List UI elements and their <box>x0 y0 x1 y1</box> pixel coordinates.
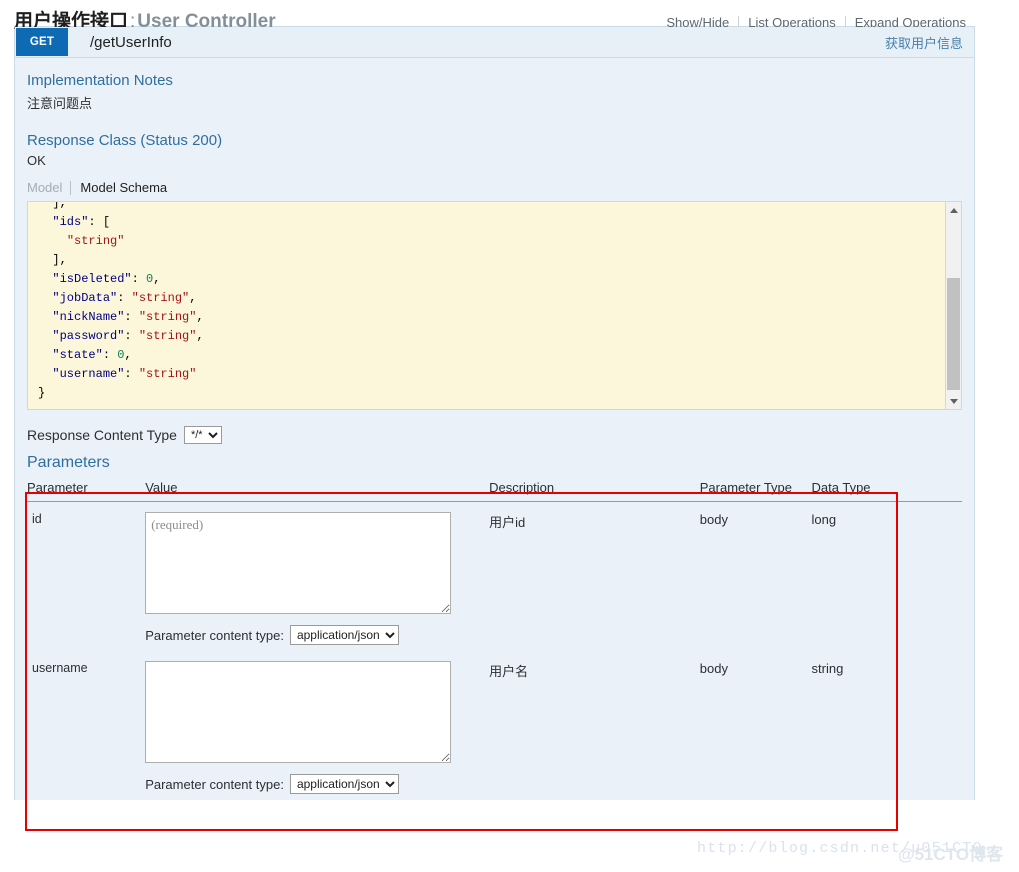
implementation-notes-heading: Implementation Notes <box>27 72 962 89</box>
header-parameter-type: Parameter Type <box>700 480 812 502</box>
tab-model[interactable]: Model <box>27 180 70 195</box>
resource-header: 用户操作接口:User Controller Show/Hide List Op… <box>0 0 1019 26</box>
response-class-heading: Response Class (Status 200) <box>27 132 962 149</box>
parameter-value-cell: Parameter content type: application/json <box>145 651 489 800</box>
response-content-type-label: Response Content Type <box>27 427 177 443</box>
parameter-description: 用户名 <box>489 651 700 800</box>
tab-model-schema[interactable]: Model Schema <box>71 180 167 195</box>
header-value: Value <box>145 480 489 502</box>
operation-body: Implementation Notes 注意问题点 Response Clas… <box>15 58 974 800</box>
operation-summary: 获取用户信息 <box>885 33 974 52</box>
table-row: usernameParameter content type: applicati… <box>27 651 962 800</box>
parameter-type: body <box>700 651 812 800</box>
parameter-description: 用户id <box>489 502 700 652</box>
parameters-title: Parameters <box>27 454 962 472</box>
model-tabs: Model Model Schema <box>27 180 962 195</box>
parameters-table: Parameter Value Description Parameter Ty… <box>27 480 962 800</box>
implementation-notes-text: 注意问题点 <box>27 93 962 112</box>
response-content-type-select[interactable]: */* <box>184 426 222 444</box>
parameter-content-type-row: Parameter content type: application/json <box>145 774 489 794</box>
operation-content: Implementation Notes 注意问题点 Response Clas… <box>15 58 974 800</box>
parameter-name: id <box>27 502 145 652</box>
header-description: Description <box>489 480 700 502</box>
parameter-name: username <box>27 651 145 800</box>
parameter-data-type: string <box>812 651 962 800</box>
parameter-value-cell: Parameter content type: application/json <box>145 502 489 652</box>
parameter-content-type-label: Parameter content type: <box>145 777 284 792</box>
model-schema-code[interactable]: ], "ids": [ "string" ], "isDeleted": 0, … <box>28 201 961 403</box>
parameter-content-type-select[interactable]: application/json <box>290 774 399 794</box>
scroll-up-arrow-icon[interactable] <box>946 202 961 218</box>
operation-block: GET /getUserInfo 获取用户信息 Implementation N… <box>14 26 975 800</box>
operation-path[interactable]: /getUserInfo <box>68 34 172 51</box>
parameter-value-input[interactable] <box>145 512 451 614</box>
model-schema-box: ], "ids": [ "string" ], "isDeleted": 0, … <box>27 201 962 410</box>
table-row: idParameter content type: application/jso… <box>27 502 962 652</box>
parameters-body: idParameter content type:application/jso… <box>27 502 962 801</box>
header-data-type: Data Type <box>812 480 962 502</box>
schema-scrollbar[interactable] <box>945 202 961 409</box>
parameters-header-row: Parameter Value Description Parameter Ty… <box>27 480 962 502</box>
parameter-content-type-select[interactable]: application/json <box>290 625 399 645</box>
parameter-content-type-row: Parameter content type: application/json <box>145 625 489 645</box>
scroll-down-arrow-icon[interactable] <box>946 393 961 409</box>
scrollbar-thumb[interactable] <box>947 278 960 390</box>
response-class-text: OK <box>27 153 962 168</box>
parameter-data-type: long <box>812 502 962 652</box>
parameter-content-type-label: Parameter content type: <box>145 628 284 643</box>
parameter-value-input[interactable] <box>145 661 451 763</box>
watermark-brand: @51CTO博客 <box>898 840 1003 865</box>
header-parameter: Parameter <box>27 480 145 502</box>
parameter-type: body <box>700 502 812 652</box>
response-content-type-row: Response Content Type */* <box>27 426 962 444</box>
operation-heading[interactable]: GET /getUserInfo 获取用户信息 <box>15 27 974 58</box>
http-method-badge: GET <box>16 28 68 56</box>
